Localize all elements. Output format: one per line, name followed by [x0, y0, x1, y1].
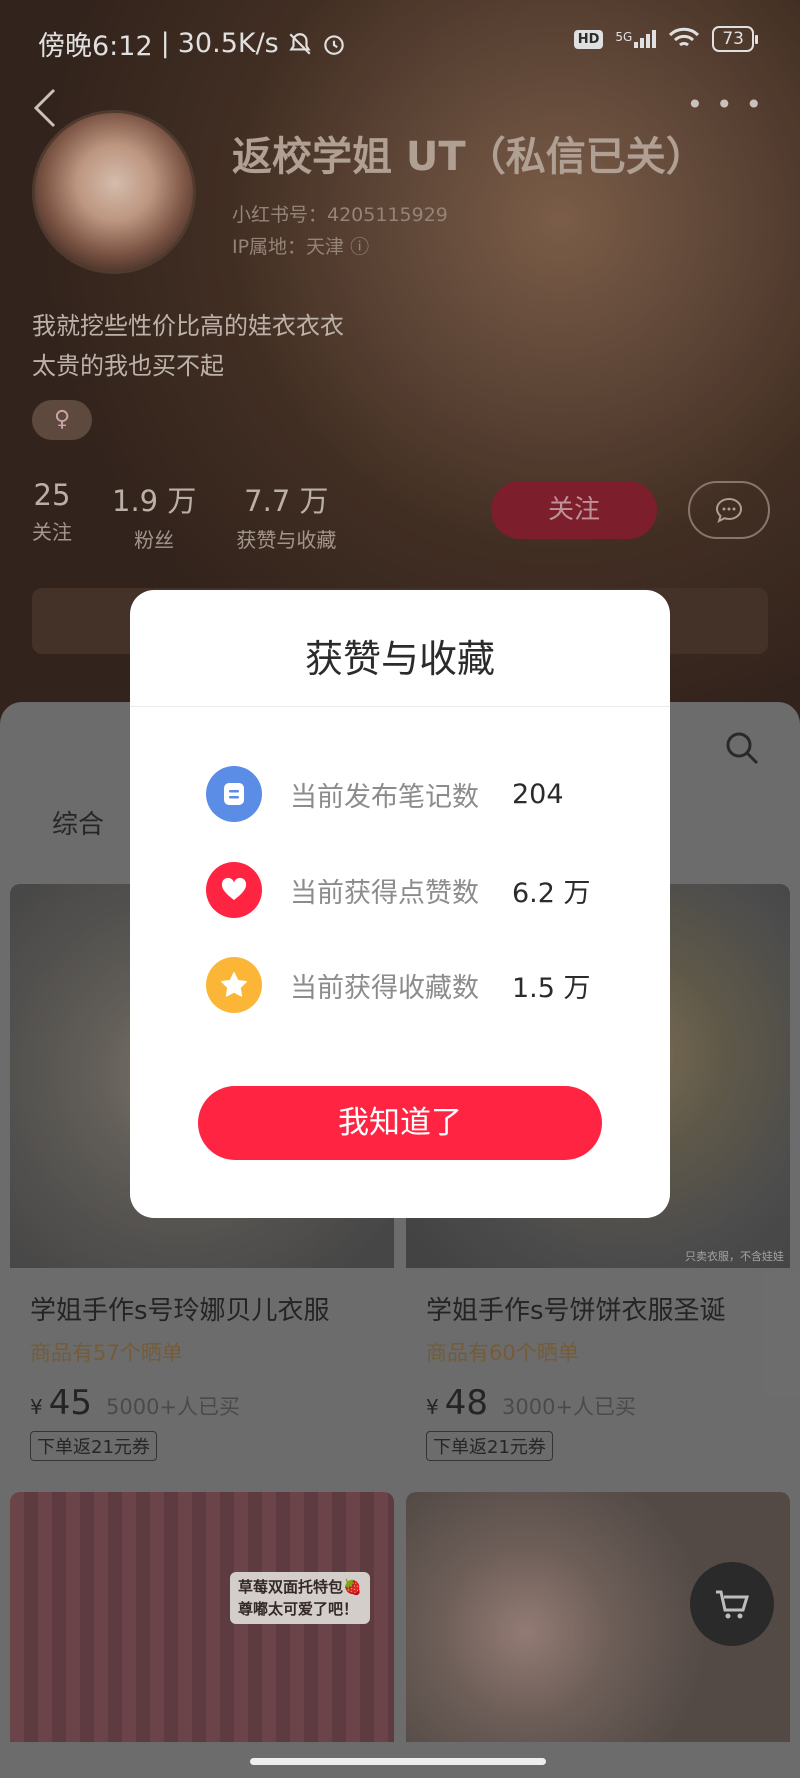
collects-count: 1.5 万 — [512, 972, 591, 1004]
notes-count: 204 — [512, 778, 564, 810]
dialog-row-collects: 当前获得收藏数 1.5 万 — [206, 957, 591, 1013]
home-indicator[interactable] — [250, 1758, 546, 1765]
dialog-row-notes: 当前发布笔记数 204 — [206, 766, 564, 822]
likes-collects-dialog: 获赞与收藏 当前发布笔记数 204 当前获得点赞数 6.2 万 当前获得收藏数 … — [130, 590, 670, 1218]
heart-icon — [206, 862, 262, 918]
note-icon — [206, 766, 262, 822]
dialog-row-likes: 当前获得点赞数 6.2 万 — [206, 862, 591, 918]
star-icon — [206, 957, 262, 1013]
got-it-button[interactable]: 我知道了 — [198, 1086, 602, 1160]
likes-count: 6.2 万 — [512, 877, 591, 909]
dialog-divider — [130, 706, 670, 707]
cart-icon — [716, 1590, 750, 1619]
dialog-title: 获赞与收藏 — [304, 637, 495, 681]
cart-button[interactable] — [690, 1562, 774, 1646]
